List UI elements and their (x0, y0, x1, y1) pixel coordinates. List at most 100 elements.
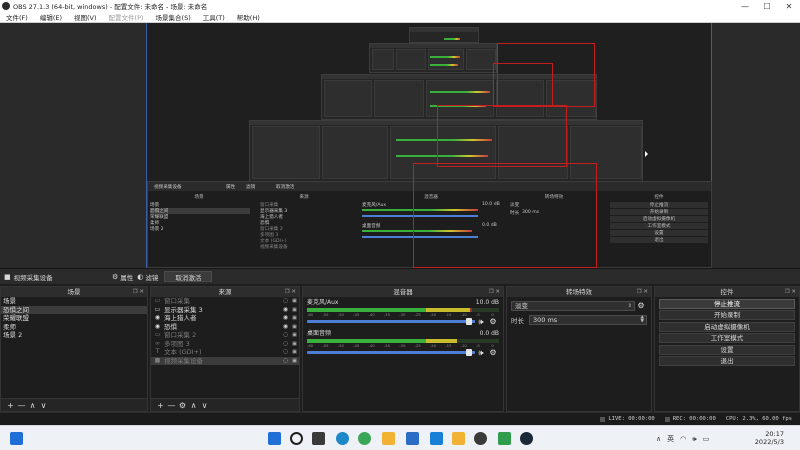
source-item[interactable]: ∞ 多项图 3 ◌ ▣ (151, 340, 299, 349)
move-up-button[interactable]: ∧ (27, 401, 38, 410)
menu-help[interactable]: 帮助(H) (231, 12, 266, 22)
close-button[interactable]: ✕ (778, 2, 800, 11)
dock-float-close-icon[interactable]: ❐ ✕ (637, 287, 648, 297)
source-item[interactable]: ◉ 海上猎人者 ◉ ▣ (151, 314, 299, 323)
source-selection-box[interactable] (413, 163, 597, 268)
visibility-off-icon[interactable]: ◌ (281, 348, 290, 357)
chevron-up-icon[interactable]: ∧ (656, 435, 661, 443)
settings-button[interactable]: 设置 (659, 344, 795, 355)
source-item[interactable]: ◉ 恐惧 ◉ ▣ (151, 323, 299, 332)
studio-mode-button[interactable]: 工作室模式 (659, 333, 795, 343)
source-selection-box[interactable] (493, 63, 553, 107)
volume-slider[interactable] (307, 318, 475, 325)
duration-input[interactable]: 300 ms ▲ ▼ (529, 314, 647, 325)
clock[interactable]: 20:17 2022/5/3 (744, 430, 784, 446)
start-icon[interactable] (268, 432, 281, 445)
nested-control-button: 设置 (610, 230, 708, 236)
spinner-arrows-icon[interactable]: ▲ ▼ (641, 315, 644, 324)
menu-profile[interactable]: 配置文件(P) (103, 12, 150, 22)
volume-slider[interactable] (307, 349, 475, 356)
gear-icon[interactable]: ⚙ (487, 348, 499, 357)
minimize-button[interactable]: — (734, 2, 756, 11)
dock-float-close-icon[interactable]: ❐ ✕ (285, 287, 296, 297)
source-item[interactable]: T 文本 (GDI+) ◌ ▣ (151, 348, 299, 357)
menu-file[interactable]: 文件(F) (0, 12, 34, 22)
preview-canvas[interactable]: 视频采集设备 属性 滤镜 取消激活 场景 场景 恐惧之间 荣耀联盟 柔师 场景 … (146, 23, 712, 268)
dock-float-close-icon[interactable]: ❐ ✕ (133, 287, 144, 297)
steam-icon[interactable] (520, 432, 533, 445)
scene-item[interactable]: 恐惧之间 (1, 305, 147, 314)
dock-float-close-icon[interactable]: ❐ ✕ (489, 287, 500, 297)
properties-button[interactable]: ⚙ 属性 (112, 272, 133, 282)
visibility-off-icon[interactable]: ◌ (281, 297, 290, 306)
add-source-button[interactable]: + (155, 401, 166, 410)
source-item[interactable]: ▭ 窗口采集 ◌ ▣ (151, 297, 299, 306)
stop-streaming-button[interactable]: 停止推流 (659, 298, 795, 309)
language-indicator[interactable]: 英 (667, 434, 674, 444)
visibility-on-icon[interactable]: ◉ (281, 306, 290, 315)
lock-icon[interactable]: ▣ (290, 306, 299, 315)
obs-taskbar-icon[interactable] (474, 432, 487, 445)
lock-icon[interactable]: ▣ (290, 348, 299, 357)
start-virtual-camera-button[interactable]: 启动虚拟摄像机 (659, 321, 795, 332)
volume-slider-handle[interactable] (465, 318, 472, 325)
volume-slider-handle[interactable] (465, 349, 472, 356)
scene-item[interactable]: 场景 2 (1, 331, 147, 340)
maximize-button[interactable]: ☐ (756, 2, 778, 11)
transition-select[interactable]: 淡变 ⇕ (511, 300, 635, 311)
lock-icon[interactable]: ▣ (290, 314, 299, 323)
gear-icon: ⚙ (112, 272, 119, 281)
dock-float-close-icon[interactable]: ❐ ✕ (785, 287, 796, 297)
scene-item[interactable]: 柔师 (1, 323, 147, 332)
scene-item[interactable]: 场景 (1, 297, 147, 306)
visibility-off-icon[interactable]: ◌ (281, 340, 290, 349)
file-explorer-icon[interactable] (382, 432, 395, 445)
start-recording-button[interactable]: 开始录制 (659, 310, 795, 320)
menu-view[interactable]: 视图(V) (68, 12, 103, 22)
menu-tools[interactable]: 工具(T) (197, 12, 231, 22)
move-up-button[interactable]: ∧ (188, 401, 199, 410)
mail-icon[interactable] (430, 432, 443, 445)
source-item[interactable]: ▭ 显示器采集 3 ◉ ▣ (151, 306, 299, 315)
visibility-off-icon[interactable]: ◌ (281, 357, 290, 366)
game-icon[interactable] (452, 432, 465, 445)
speaker-icon[interactable]: 🕪 (475, 317, 487, 327)
lock-icon[interactable]: ▣ (290, 331, 299, 340)
xbox-icon[interactable] (498, 432, 511, 445)
chrome-icon[interactable] (358, 432, 371, 445)
gear-icon[interactable]: ⚙ (177, 401, 188, 410)
store-icon[interactable] (406, 432, 419, 445)
move-down-button[interactable]: ∨ (38, 401, 49, 410)
edge-icon[interactable] (336, 432, 349, 445)
visibility-on-icon[interactable]: ◉ (281, 323, 290, 332)
lock-icon[interactable]: ▣ (290, 323, 299, 332)
move-down-button[interactable]: ∨ (199, 401, 210, 410)
filters-button[interactable]: ◐ 滤镜 (137, 272, 158, 282)
visibility-off-icon[interactable]: ◌ (281, 331, 290, 340)
battery-icon[interactable]: ▭ (703, 435, 710, 443)
deactivate-button[interactable]: 取消激活 (164, 271, 213, 282)
gear-icon[interactable]: ⚙ (635, 301, 647, 310)
source-selection-box[interactable] (437, 105, 567, 167)
search-icon[interactable] (290, 432, 303, 445)
menu-edit[interactable]: 编辑(E) (34, 12, 68, 22)
gear-icon[interactable]: ⚙ (487, 317, 499, 326)
source-item[interactable]: ▭ 窗口采集 2 ◌ ▣ (151, 331, 299, 340)
menu-scene-collection[interactable]: 场景集合(S) (150, 12, 197, 22)
remove-scene-button[interactable]: — (16, 401, 27, 410)
volume-icon[interactable]: 🕪 (692, 435, 696, 444)
remove-source-button[interactable]: — (166, 401, 177, 410)
widgets-icon[interactable] (10, 432, 23, 445)
scene-item[interactable]: 荣耀联盟 (1, 314, 147, 323)
lock-icon[interactable]: ▣ (290, 357, 299, 366)
lock-icon[interactable]: ▣ (290, 340, 299, 349)
preview-area[interactable]: 视频采集设备 属性 滤镜 取消激活 场景 场景 恐惧之间 荣耀联盟 柔师 场景 … (0, 23, 800, 268)
task-view-icon[interactable] (312, 432, 325, 445)
visibility-on-icon[interactable]: ◉ (281, 314, 290, 323)
exit-button[interactable]: 退出 (659, 356, 795, 366)
add-scene-button[interactable]: + (5, 401, 16, 410)
speaker-icon[interactable]: 🕪 (475, 348, 487, 358)
source-item[interactable]: ■ 视频采集设备 ◌ ▣ (151, 356, 299, 366)
lock-icon[interactable]: ▣ (290, 297, 299, 306)
wifi-icon[interactable]: ◠ (680, 435, 686, 443)
